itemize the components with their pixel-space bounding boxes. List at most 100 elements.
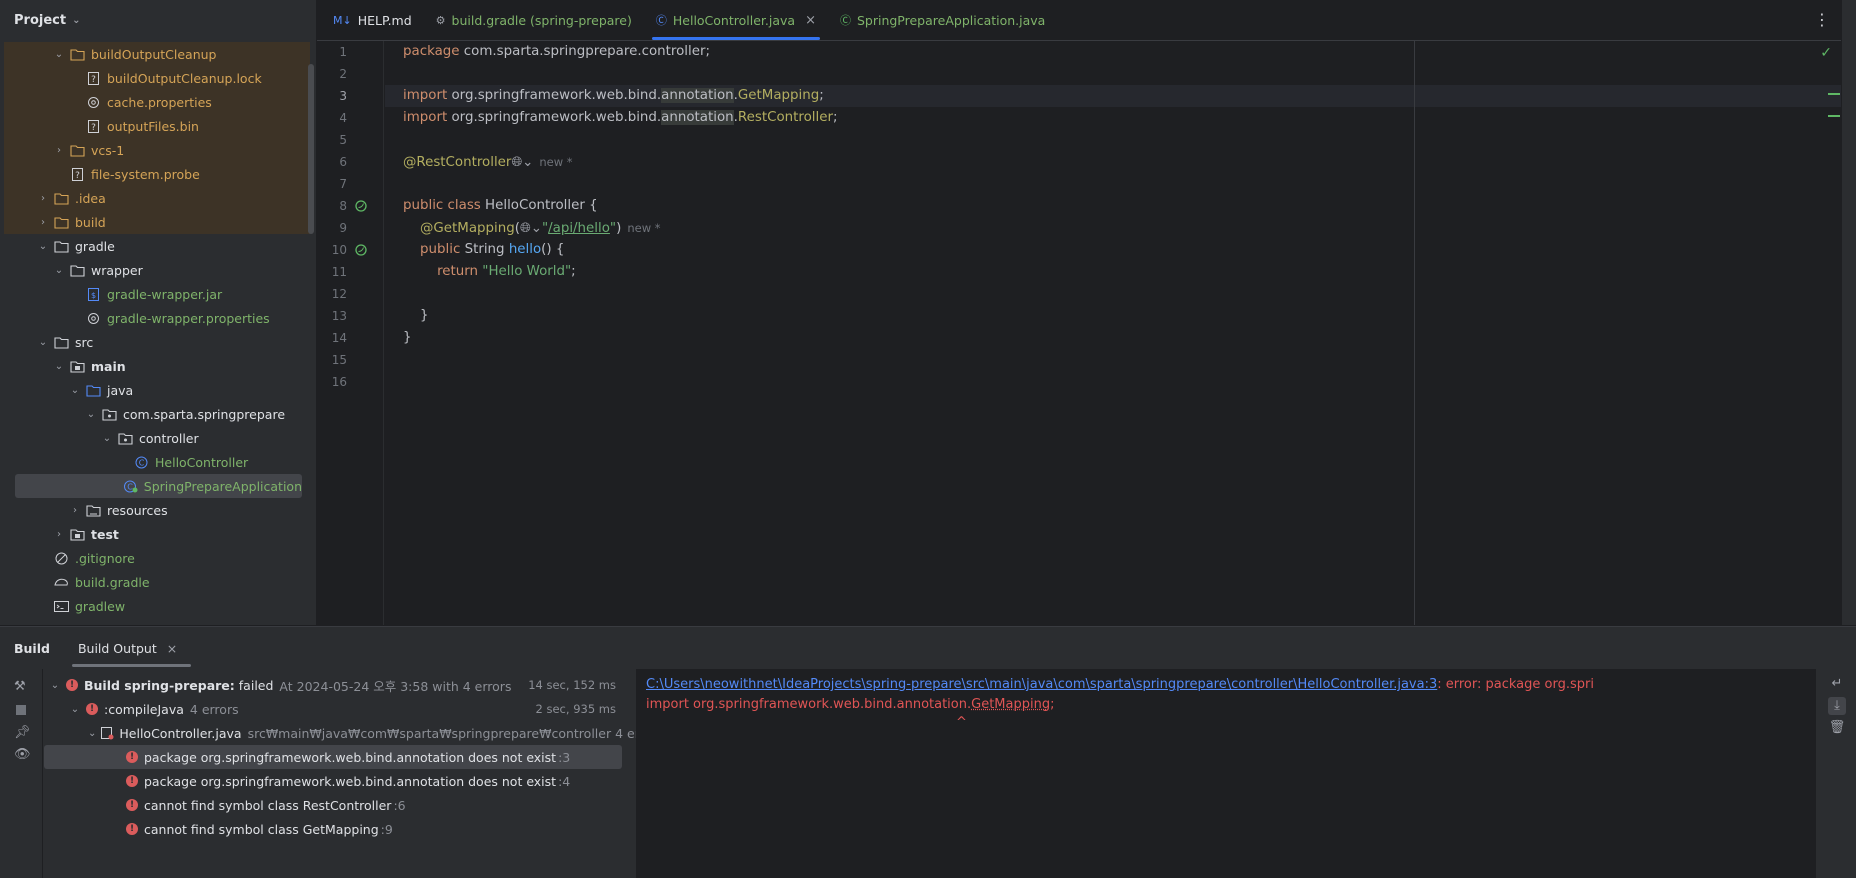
chevron-right-icon[interactable]: › <box>68 505 82 516</box>
tree-item[interactable]: ? outputFiles.bin <box>4 114 310 138</box>
error-icon: ! <box>86 703 98 715</box>
build-tree-row[interactable]: ! cannot find symbol class RestController… <box>44 793 636 817</box>
tree-item[interactable]: gradlew <box>4 594 310 618</box>
globe-icon[interactable]: 🌐︎⌄ <box>520 221 542 236</box>
project-title[interactable]: Project <box>14 13 66 28</box>
tree-item[interactable]: ⌄ controller <box>4 426 310 450</box>
chevron-down-icon[interactable]: ⌄ <box>72 15 80 26</box>
tree-item[interactable]: › resources <box>4 498 310 522</box>
tree-item[interactable]: C SpringPrepareApplication <box>15 474 302 498</box>
pin-icon[interactable]: 📌︎ <box>14 725 31 740</box>
tree-item[interactable]: C HelloController <box>4 450 310 474</box>
chevron-down-icon[interactable]: ⌄ <box>88 728 96 739</box>
globe-icon[interactable]: 🌐︎⌄ <box>511 155 533 170</box>
build-tree-row[interactable]: ! cannot find symbol class GetMapping:9 <box>44 817 636 841</box>
tree-item[interactable]: ⌄ java <box>4 378 310 402</box>
right-margin-guide <box>1414 41 1415 625</box>
build-tree-row[interactable]: ⌄ HelloController.java src₩main₩java₩com₩s… <box>44 721 664 745</box>
code-area[interactable]: package com.sparta.springprepare.control… <box>385 41 1842 625</box>
tab-build-output[interactable]: Build Output × <box>71 627 192 669</box>
change-marker[interactable] <box>1828 93 1840 95</box>
eye-icon[interactable]: 👁︎ <box>14 747 31 762</box>
inspection-ok-icon[interactable]: ✓ <box>1820 45 1832 61</box>
tree-item[interactable]: ⌄ src <box>4 330 310 354</box>
close-icon[interactable]: × <box>805 13 816 28</box>
file-type-icon: Ⓒ <box>655 14 667 27</box>
tree-item-label: buildOutputCleanup <box>91 46 217 62</box>
project-scrollbar[interactable] <box>308 64 314 234</box>
jar-file-icon: $ <box>86 287 101 301</box>
stop-icon[interactable] <box>16 705 26 715</box>
hammer-icon[interactable]: ⚒︎ <box>14 679 26 694</box>
tree-item[interactable]: gradle-wrapper.properties <box>4 306 310 330</box>
file-type-icon: Ⓒ <box>839 14 851 27</box>
tree-item[interactable]: ⌄ buildOutputCleanup <box>4 42 310 66</box>
code-editor[interactable]: 1 2 3 4 5 6 7 8 9 10 11 12 13 14 15 16 package com.spar… <box>317 41 1842 625</box>
chevron-down-icon[interactable]: ⌄ <box>100 433 114 444</box>
scroll-to-end-icon[interactable]: ⤓ <box>1828 697 1846 715</box>
svg-text:C: C <box>127 482 133 491</box>
chevron-down-icon[interactable]: ⌄ <box>48 680 62 691</box>
editor-tab[interactable]: Ⓒ HelloController.java × <box>644 0 828 40</box>
tree-item[interactable]: ⌄ gradle <box>4 234 310 258</box>
chevron-down-icon[interactable]: ⌄ <box>52 361 66 372</box>
tree-item[interactable]: ⌄ wrapper <box>4 258 310 282</box>
tree-item[interactable]: › vcs-1 <box>4 138 310 162</box>
error-icon: ! <box>126 799 138 811</box>
line-number: 1 <box>339 45 347 59</box>
build-tree-row[interactable]: ⌄!:compileJava 4 errors 2 sec, 935 ms <box>44 697 636 721</box>
tree-item[interactable]: ⌄ com.sparta.springprepare <box>4 402 310 426</box>
editor-gutter: 1 2 3 4 5 6 7 8 9 10 11 12 13 14 15 16 <box>317 41 384 625</box>
chevron-down-icon[interactable]: ⌄ <box>36 337 50 348</box>
spring-endpoint-icon[interactable] <box>355 244 367 256</box>
editor-tabs: M↓ HELP.md ⚙ build.gradle (spring-prepare) Ⓒ… <box>317 0 1856 41</box>
chevron-right-icon[interactable]: › <box>52 529 66 540</box>
tree-item[interactable]: › test <box>4 522 310 546</box>
code-line-3: import org.springframework.web.bind.anno… <box>385 85 1842 107</box>
editor-tab[interactable]: Ⓒ SpringPrepareApplication.java <box>828 0 1057 40</box>
chevron-down-icon[interactable]: ⌄ <box>36 241 50 252</box>
chevron-right-icon[interactable]: › <box>36 193 50 204</box>
svg-text:?: ? <box>91 75 96 85</box>
chevron-down-icon[interactable]: ⌄ <box>68 704 82 715</box>
chevron-right-icon[interactable]: › <box>36 217 50 228</box>
folder-icon <box>54 192 69 205</box>
tree-item-label: cache.properties <box>107 94 212 110</box>
close-icon[interactable]: × <box>167 641 177 656</box>
trash-icon[interactable]: 🗑︎ <box>1828 719 1846 737</box>
console-toolbar: ↵ ⤓ 🗑︎ <box>1816 669 1856 878</box>
tree-item[interactable]: › build <box>4 210 310 234</box>
soft-wrap-icon[interactable]: ↵ <box>1828 675 1846 693</box>
tree-item[interactable]: ? file-system.probe <box>4 162 310 186</box>
change-marker[interactable] <box>1828 115 1840 117</box>
build-console[interactable]: C:\Users\neowithnet\IdeaProjects\spring-… <box>636 669 1816 878</box>
spring-bean-icon[interactable] <box>355 200 367 212</box>
console-code-suffix: ; <box>1050 697 1055 712</box>
chevron-down-icon[interactable]: ⌄ <box>68 385 82 396</box>
build-tabs: Build Build Output × <box>0 627 1856 669</box>
tree-item[interactable]: ⌄ main <box>4 354 310 378</box>
chevron-right-icon[interactable]: › <box>52 145 66 156</box>
build-tree-row[interactable]: ⌄! Build spring-prepare: failed At 2024-05-… <box>44 673 636 697</box>
editor-tab[interactable]: ⚙ build.gradle (spring-prepare) <box>424 0 644 40</box>
project-panel-header[interactable]: Project ⌄ <box>0 0 316 40</box>
error-path-link[interactable]: C:\Users\neowithnet\IdeaProjects\spring-… <box>646 677 1437 692</box>
code-line-9: @GetMapping(🌐︎⌄"/api/hello") new * <box>420 221 661 236</box>
tree-item[interactable]: › .idea <box>4 186 310 210</box>
tree-item[interactable]: ? buildOutputCleanup.lock <box>4 66 310 90</box>
tree-item[interactable]: cache.properties <box>4 90 310 114</box>
tree-item[interactable]: .gitignore <box>4 546 310 570</box>
error-icon: ! <box>126 751 138 763</box>
chevron-down-icon[interactable]: ⌄ <box>52 265 66 276</box>
build-tree-row[interactable]: ! package org.springframework.web.bind.an… <box>44 745 622 769</box>
chevron-down-icon[interactable]: ⌄ <box>84 409 98 420</box>
tree-item[interactable]: build.gradle <box>4 570 310 594</box>
more-options-icon[interactable]: ⋮ <box>1814 10 1830 29</box>
build-tree-row[interactable]: ! package org.springframework.web.bind.an… <box>44 769 636 793</box>
editor-tab[interactable]: M↓ HELP.md <box>321 0 424 40</box>
chevron-down-icon[interactable]: ⌄ <box>52 49 66 60</box>
tree-item[interactable]: $ gradle-wrapper.jar <box>4 282 310 306</box>
gitignore-icon <box>54 552 69 565</box>
build-toolbar: ⚒︎ 📌︎ 👁︎ <box>0 669 43 878</box>
